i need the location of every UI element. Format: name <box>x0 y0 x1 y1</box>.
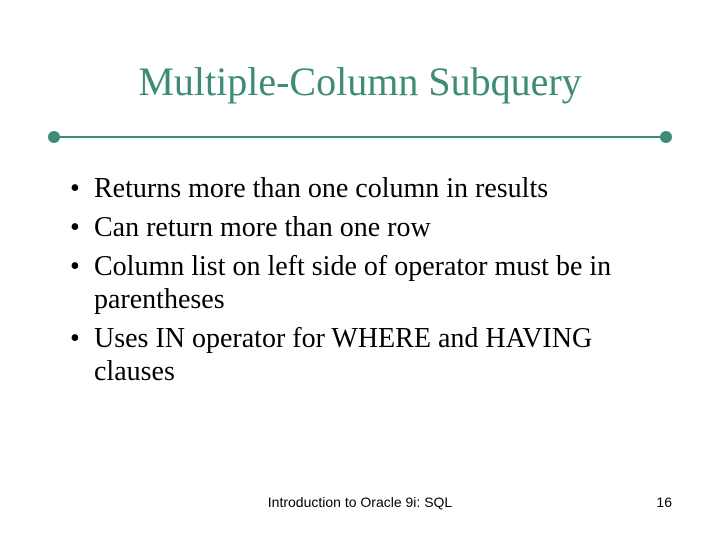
slide-title: Multiple-Column Subquery <box>0 58 720 105</box>
divider-dot-right <box>660 131 672 143</box>
slide-body: Returns more than one column in results … <box>66 172 660 394</box>
list-item: Can return more than one row <box>66 211 660 244</box>
bullet-list: Returns more than one column in results … <box>66 172 660 388</box>
footer-text: Introduction to Oracle 9i: SQL <box>0 494 720 510</box>
list-item: Uses IN operator for WHERE and HAVING cl… <box>66 322 660 388</box>
page-number: 16 <box>656 494 672 510</box>
divider-rule <box>54 136 666 138</box>
slide: Multiple-Column Subquery Returns more th… <box>0 0 720 540</box>
list-item: Returns more than one column in results <box>66 172 660 205</box>
list-item: Column list on left side of operator mus… <box>66 250 660 316</box>
